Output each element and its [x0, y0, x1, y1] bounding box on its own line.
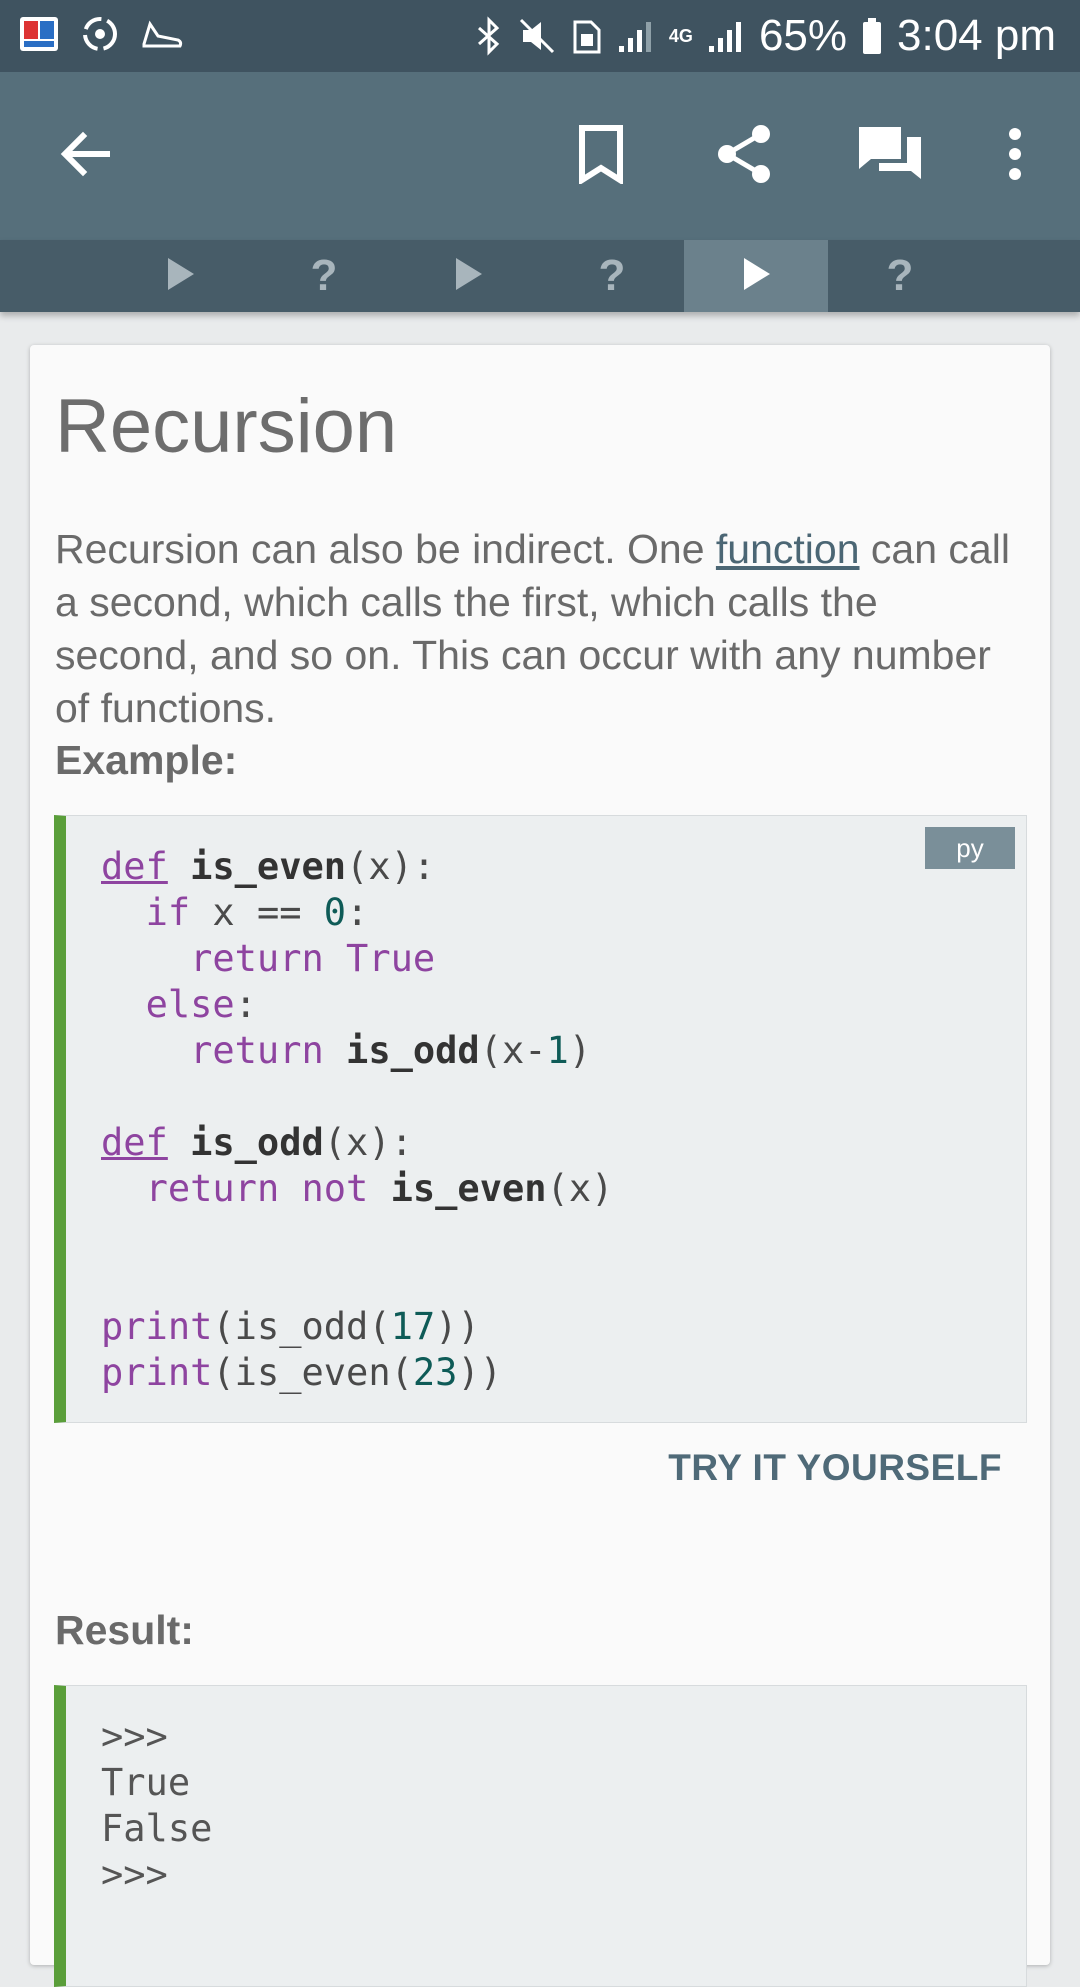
- bookmark-button[interactable]: [556, 72, 646, 240]
- tab-quiz-1[interactable]: ?: [252, 240, 396, 312]
- example-label: Example:: [55, 737, 238, 783]
- app-bar: [0, 72, 1080, 240]
- share-button[interactable]: [700, 72, 790, 240]
- back-arrow-icon: [57, 126, 113, 187]
- code-token: print: [101, 1351, 213, 1394]
- more-options-button[interactable]: [990, 72, 1040, 240]
- lesson-card: Recursion Recursion can also be indirect…: [30, 345, 1050, 1987]
- sim-icon: [571, 16, 603, 56]
- battery-icon: [861, 16, 883, 56]
- code-token: 0: [323, 891, 347, 934]
- code-token: print: [101, 1305, 213, 1348]
- paragraph-text: Recursion can also be indirect. One: [55, 526, 716, 572]
- quiz-icon: ?: [886, 251, 914, 300]
- code-token: 1: [546, 1029, 569, 1072]
- lesson-title: Recursion: [55, 384, 398, 469]
- clock: 3:04 pm: [897, 11, 1056, 60]
- code-token: is_odd: [346, 1029, 480, 1072]
- result-line: True: [101, 1761, 191, 1804]
- result-line: False: [101, 1807, 213, 1850]
- back-button[interactable]: [40, 72, 130, 240]
- code-token: return not: [145, 1167, 369, 1210]
- code-token: is_even: [190, 845, 347, 888]
- code-token: if: [145, 891, 191, 934]
- result-block: >>> True False >>>: [54, 1685, 1027, 1987]
- signal-icon-2: [707, 16, 745, 56]
- code-token: is_even: [390, 1167, 547, 1210]
- code-token: else: [145, 983, 235, 1026]
- play-icon: [164, 256, 196, 297]
- notification-icons: [18, 12, 184, 60]
- code-token: 23: [412, 1351, 458, 1394]
- code-token: return: [190, 1029, 324, 1072]
- tab-lesson-2[interactable]: [396, 240, 540, 312]
- result-content: >>> True False >>>: [66, 1686, 1026, 1898]
- bookmark-icon: [576, 124, 626, 189]
- result-line: >>>: [101, 1853, 168, 1896]
- result-label: Result:: [55, 1607, 194, 1653]
- tab-lesson-1[interactable]: [108, 240, 252, 312]
- lesson-paragraph: Recursion can also be indirect. One func…: [55, 523, 1030, 735]
- battery-percent: 65%: [758, 11, 848, 60]
- code-token: def: [101, 1121, 168, 1164]
- function-link[interactable]: function: [716, 526, 860, 572]
- try-it-yourself-button[interactable]: TRY IT YOURSELF: [668, 1447, 1002, 1489]
- comments-button[interactable]: [840, 72, 940, 240]
- code-token: return True: [190, 937, 436, 980]
- code-token: def: [101, 845, 168, 888]
- lesson-tab-bar: ? ? ?: [0, 240, 1080, 312]
- share-icon: [715, 124, 775, 189]
- tab-lesson-3-active[interactable]: [684, 240, 828, 312]
- mute-icon: [517, 16, 557, 56]
- code-token: is_odd: [190, 1121, 324, 1164]
- sync-icon: [80, 14, 120, 59]
- system-status: 4G 65% 3:04 pm: [475, 0, 1056, 72]
- signal-icon: [617, 16, 655, 56]
- tab-quiz-2[interactable]: ?: [540, 240, 684, 312]
- quiz-icon: ?: [310, 251, 338, 300]
- code-language-badge: py: [925, 827, 1015, 869]
- code-block: py def is_even(x): if x == 0: return Tru…: [54, 815, 1027, 1423]
- tab-quiz-3[interactable]: ?: [828, 240, 972, 312]
- play-icon: [452, 256, 484, 297]
- bluetooth-icon: [475, 16, 503, 56]
- quiz-icon: ?: [598, 251, 626, 300]
- network-type: 4G: [668, 26, 693, 46]
- play-icon: [740, 256, 772, 297]
- shoe-icon: [140, 14, 184, 59]
- code-content: def is_even(x): if x == 0: return True e…: [101, 845, 614, 1394]
- app-notification-icon: [18, 13, 60, 60]
- status-bar: 4G 65% 3:04 pm: [0, 0, 1080, 72]
- code-token: 17: [390, 1305, 436, 1348]
- comments-icon: [855, 123, 925, 190]
- result-line: >>>: [101, 1715, 168, 1758]
- more-vert-icon: [1005, 126, 1025, 187]
